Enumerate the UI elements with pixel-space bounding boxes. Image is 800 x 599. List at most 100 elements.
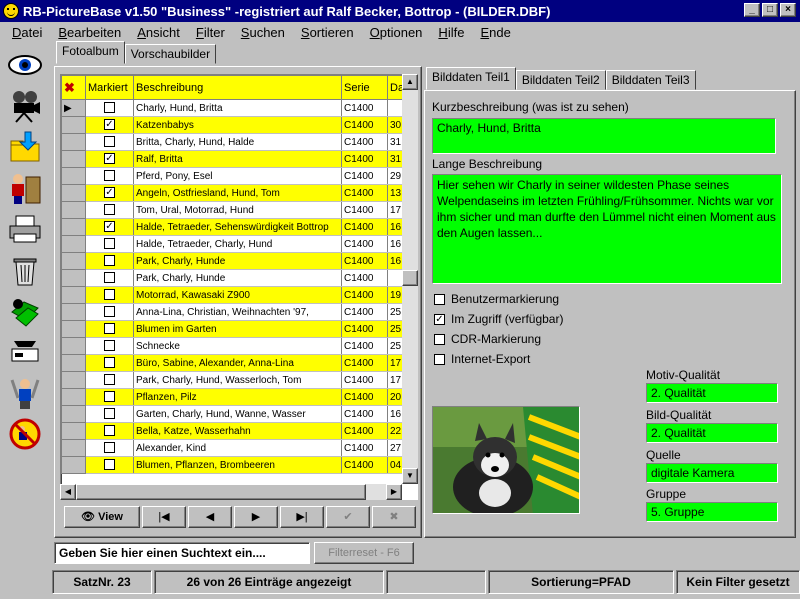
checkbox-box[interactable] bbox=[434, 293, 445, 305]
row-indicator[interactable] bbox=[61, 439, 86, 457]
filterreset-button[interactable]: Filterreset - F6 bbox=[314, 542, 414, 564]
markiert-checkbox[interactable] bbox=[104, 102, 115, 114]
table-row[interactable]: Motorrad, Kawasaki Z900 C1400 19 bbox=[61, 286, 408, 304]
markiert-cell[interactable] bbox=[85, 201, 134, 219]
menu-ansicht[interactable]: Ansicht bbox=[137, 25, 180, 40]
check-cdr-markierung[interactable]: CDR-Markierung bbox=[434, 332, 541, 346]
serie-cell[interactable]: C1400 bbox=[341, 201, 388, 219]
markiert-cell[interactable]: ✓ bbox=[85, 184, 134, 202]
table-row[interactable]: Britta, Charly, Hund, Halde C1400 31 bbox=[61, 133, 408, 151]
markiert-cell[interactable] bbox=[85, 286, 134, 304]
markiert-cell[interactable] bbox=[85, 269, 134, 287]
serie-cell[interactable]: C1400 bbox=[341, 456, 388, 474]
row-indicator[interactable] bbox=[61, 320, 86, 338]
table-row[interactable]: Halde, Tetraeder, Charly, Hund C1400 16 bbox=[61, 235, 408, 253]
serie-cell[interactable]: C1400 bbox=[341, 303, 388, 321]
close-button[interactable]: × bbox=[780, 3, 796, 17]
tab-bilddaten-teil3[interactable]: Bilddaten Teil3 bbox=[605, 70, 696, 90]
cancel-button[interactable]: ✖ bbox=[372, 506, 416, 528]
no-smoking-exit-icon[interactable] bbox=[2, 413, 48, 454]
markiert-checkbox[interactable] bbox=[104, 289, 115, 301]
markiert-cell[interactable] bbox=[85, 235, 134, 253]
serie-cell[interactable]: C1400 bbox=[341, 99, 388, 117]
serie-cell[interactable]: C1400 bbox=[341, 269, 388, 287]
menu-filter[interactable]: Filter bbox=[196, 25, 225, 40]
menu-sortieren[interactable]: Sortieren bbox=[301, 25, 354, 40]
menu-hilfe[interactable]: Hilfe bbox=[438, 25, 464, 40]
markiert-cell[interactable] bbox=[85, 371, 134, 389]
table-row[interactable]: Park, Charly, Hunde C1400 bbox=[61, 269, 408, 287]
row-indicator[interactable] bbox=[61, 405, 86, 423]
eye-icon[interactable] bbox=[2, 44, 48, 85]
menu-suchen[interactable]: Suchen bbox=[241, 25, 285, 40]
markiert-cell[interactable] bbox=[85, 303, 134, 321]
tab-bilddaten-teil1[interactable]: Bilddaten Teil1 bbox=[426, 67, 516, 90]
markiert-checkbox[interactable]: ✓ bbox=[104, 221, 115, 233]
menu-optionen[interactable]: Optionen bbox=[370, 25, 423, 40]
beschreibung-cell[interactable]: Britta, Charly, Hund, Halde bbox=[133, 133, 342, 151]
table-row[interactable]: Alexander, Kind C1400 27 bbox=[61, 439, 408, 457]
scroll-up-button[interactable]: ▲ bbox=[402, 74, 418, 90]
table-row[interactable]: Park, Charly, Hund, Wasserloch, Tom C1400… bbox=[61, 371, 408, 389]
markiert-cell[interactable] bbox=[85, 456, 134, 474]
folder-import-icon[interactable] bbox=[2, 126, 48, 167]
serie-cell[interactable]: C1400 bbox=[341, 422, 388, 440]
row-indicator[interactable] bbox=[61, 133, 86, 151]
menu-datei[interactable]: Datei bbox=[12, 25, 42, 40]
maximize-button[interactable]: □ bbox=[762, 3, 778, 17]
serie-cell[interactable]: C1400 bbox=[341, 320, 388, 338]
serie-cell[interactable]: C1400 bbox=[341, 133, 388, 151]
row-indicator[interactable]: ▶ bbox=[61, 99, 86, 117]
beschreibung-cell[interactable]: Charly, Hund, Britta bbox=[133, 99, 342, 117]
scroll-right-button[interactable]: ▶ bbox=[386, 484, 402, 500]
table-row[interactable]: Blumen, Pflanzen, Brombeeren C1400 04 bbox=[61, 456, 408, 474]
row-indicator[interactable] bbox=[61, 235, 86, 253]
serie-cell[interactable]: C1400 bbox=[341, 439, 388, 457]
serie-cell[interactable]: C1400 bbox=[341, 388, 388, 406]
movie-camera-icon[interactable] bbox=[2, 85, 48, 126]
row-indicator[interactable] bbox=[61, 422, 86, 440]
markiert-checkbox[interactable] bbox=[104, 255, 115, 267]
column-header-markiert[interactable]: Markiert bbox=[85, 75, 134, 100]
beschreibung-cell[interactable]: Blumen, Pflanzen, Brombeeren bbox=[133, 456, 342, 474]
row-indicator[interactable] bbox=[61, 184, 86, 202]
markiert-checkbox[interactable] bbox=[104, 425, 115, 437]
beschreibung-cell[interactable]: Schnecke bbox=[133, 337, 342, 355]
row-indicator[interactable] bbox=[61, 388, 86, 406]
view-button[interactable]: 👁 View bbox=[64, 506, 140, 528]
markiert-checkbox[interactable] bbox=[104, 357, 115, 369]
checkbox-box[interactable]: ✓ bbox=[434, 313, 445, 325]
beschreibung-cell[interactable]: Katzenbabys bbox=[133, 116, 342, 134]
beschreibung-cell[interactable]: Pferd, Pony, Esel bbox=[133, 167, 342, 185]
beschreibung-cell[interactable]: Halde, Tetraeder, Charly, Hund bbox=[133, 235, 342, 253]
table-row[interactable]: Pflanzen, Pilz C1400 20 bbox=[61, 388, 408, 406]
markiert-cell[interactable] bbox=[85, 133, 134, 151]
first-record-button[interactable]: |◀ bbox=[142, 506, 186, 528]
check-benutzermarkierung[interactable]: Benutzermarkierung bbox=[434, 292, 559, 306]
beschreibung-cell[interactable]: Garten, Charly, Hund, Wanne, Wasser bbox=[133, 405, 342, 423]
table-row[interactable]: Schnecke C1400 25 bbox=[61, 337, 408, 355]
markiert-cell[interactable]: ✓ bbox=[85, 150, 134, 168]
last-record-button[interactable]: ▶| bbox=[280, 506, 324, 528]
markiert-checkbox[interactable] bbox=[104, 136, 115, 148]
row-indicator[interactable] bbox=[61, 218, 86, 236]
bild-field[interactable]: 2. Qualität bbox=[646, 423, 778, 443]
row-indicator[interactable] bbox=[61, 456, 86, 474]
table-row[interactable]: ✓ Angeln, Ostfriesland, Hund, Tom C1400 13 bbox=[61, 184, 408, 202]
tab-bilddaten-teil2[interactable]: Bilddaten Teil2 bbox=[515, 70, 606, 90]
markiert-checkbox[interactable] bbox=[104, 306, 115, 318]
scroll-thumb-horizontal[interactable] bbox=[76, 484, 366, 500]
markiert-cell[interactable] bbox=[85, 354, 134, 372]
gruppe-field[interactable]: 5. Gruppe bbox=[646, 502, 778, 522]
markiert-cell[interactable] bbox=[85, 388, 134, 406]
row-indicator[interactable] bbox=[61, 252, 86, 270]
menu-ende[interactable]: Ende bbox=[480, 25, 510, 40]
serie-cell[interactable]: C1400 bbox=[341, 337, 388, 355]
prior-record-button[interactable]: ◀ bbox=[188, 506, 232, 528]
serie-cell[interactable]: C1400 bbox=[341, 405, 388, 423]
markiert-checkbox[interactable] bbox=[104, 323, 115, 335]
markiert-checkbox[interactable]: ✓ bbox=[104, 119, 115, 131]
table-row[interactable]: ✓ Katzenbabys C1400 30 bbox=[61, 116, 408, 134]
beschreibung-cell[interactable]: Angeln, Ostfriesland, Hund, Tom bbox=[133, 184, 342, 202]
checkbox-box[interactable] bbox=[434, 333, 445, 345]
